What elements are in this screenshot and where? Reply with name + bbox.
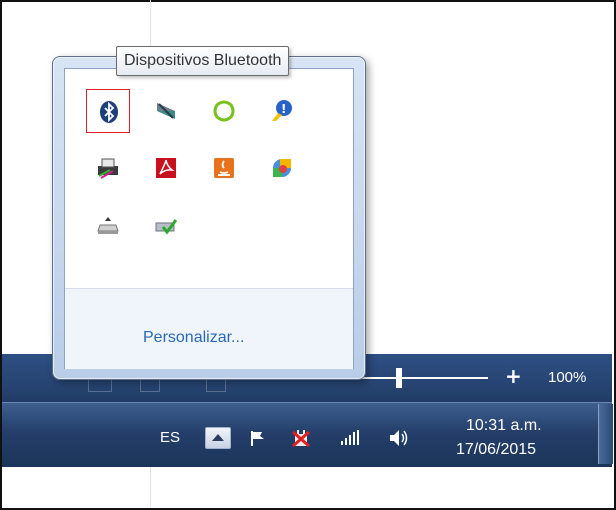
- volume-icon[interactable]: [388, 428, 410, 448]
- popup-footer: Personalizar...: [65, 288, 353, 369]
- zoom-slider-thumb[interactable]: [396, 368, 402, 388]
- zoom-slider-track[interactable]: [358, 377, 488, 379]
- action-center-flag-icon[interactable]: [248, 428, 268, 448]
- document-edge-lower: [150, 466, 151, 506]
- green-ring-tray-item[interactable]: [202, 89, 246, 133]
- bluetooth-icon: [100, 101, 118, 123]
- show-desktop-button[interactable]: [598, 404, 613, 464]
- language-indicator[interactable]: ES: [160, 429, 180, 446]
- svg-text:!: !: [281, 102, 286, 116]
- printer-tray-item[interactable]: [86, 146, 130, 190]
- acrobat-icon: [156, 158, 176, 178]
- help-balloon-tray-item[interactable]: !: [260, 89, 304, 133]
- signal-icon[interactable]: [340, 428, 362, 448]
- chevron-up-icon: [212, 434, 224, 441]
- zoom-in-button[interactable]: +: [505, 364, 522, 388]
- check-drive-icon: [155, 219, 178, 235]
- java-tray-item[interactable]: [202, 146, 246, 190]
- bluetooth-tray-item[interactable]: [86, 89, 130, 133]
- bluetooth-tooltip: Dispositivos Bluetooth: [116, 46, 290, 76]
- view-buttons[interactable]: [88, 378, 228, 392]
- java-icon: [214, 158, 234, 178]
- green-ring-icon: [213, 100, 235, 122]
- drive-icon: [97, 217, 119, 234]
- show-hidden-icons-button[interactable]: [205, 427, 231, 449]
- color-app-tray-item[interactable]: [260, 146, 304, 190]
- tray-overflow-popup: ! Personalizar...: [52, 56, 366, 380]
- printer-icon: [98, 158, 118, 179]
- network-sync-icon: [157, 103, 175, 119]
- zoom-percent[interactable]: 100%: [548, 369, 586, 386]
- help-balloon-icon: !: [272, 100, 292, 121]
- check-drive-tray-item[interactable]: [144, 203, 188, 247]
- customize-link[interactable]: Personalizar...: [143, 329, 244, 347]
- network-sync-tray-item[interactable]: [144, 89, 188, 133]
- color-app-icon: [273, 159, 291, 177]
- drive-tray-item[interactable]: [86, 203, 130, 247]
- acrobat-tray-item[interactable]: [144, 146, 188, 190]
- power-plug-icon[interactable]: [291, 428, 313, 450]
- clock-time[interactable]: 10:31 a.m.: [466, 417, 542, 435]
- tray-overflow-panel: ! Personalizar...: [64, 68, 354, 369]
- clock-date[interactable]: 17/06/2015: [456, 441, 536, 459]
